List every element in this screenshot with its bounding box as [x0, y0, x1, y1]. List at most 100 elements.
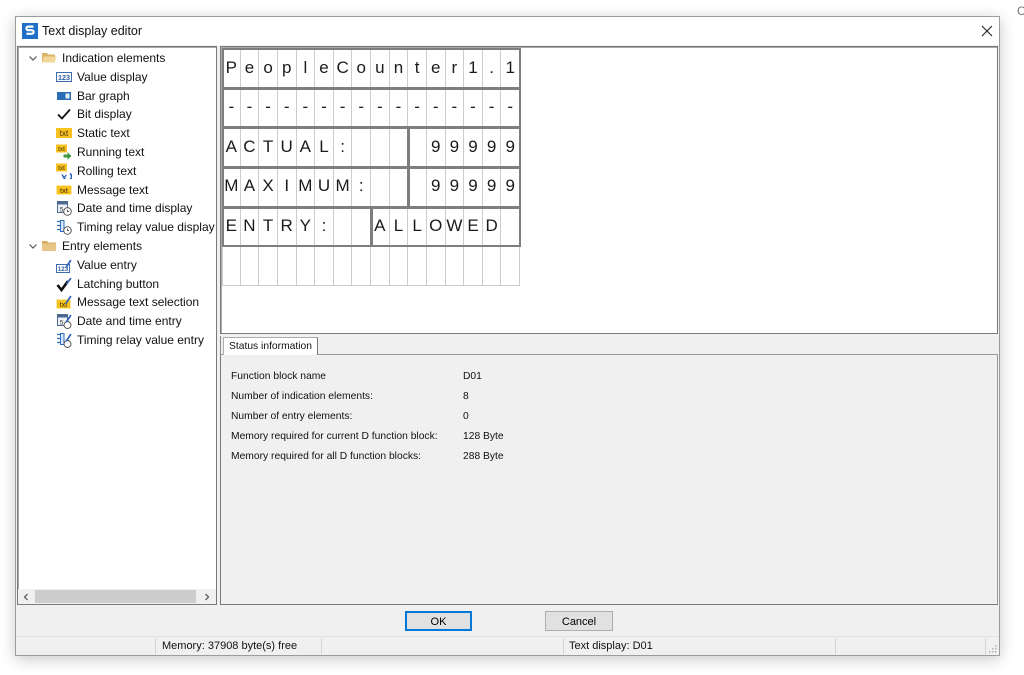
lcd-cell[interactable] [352, 246, 372, 287]
tree-item-date-time-entry[interactable]: 5 Date and time entry [18, 312, 216, 331]
tree-item-label: Value display [77, 69, 148, 84]
lcd-cell[interactable] [333, 246, 353, 287]
lcd-display-element[interactable] [222, 167, 410, 208]
close-button[interactable] [974, 19, 1000, 43]
element-tree-list: Indication elements 123 Value display Ba… [18, 49, 216, 589]
display-canvas[interactable]: PeopleCounter1.1----------------ACTUAL:9… [220, 46, 998, 334]
running-text-icon: txt [56, 144, 72, 160]
tree-item-static-text[interactable]: txt Static text [18, 124, 216, 143]
svg-text:txt: txt [60, 185, 69, 194]
scroll-right-icon[interactable] [199, 589, 215, 604]
tree-item-label: Date and time entry [77, 314, 182, 329]
lcd-display-element[interactable] [408, 127, 522, 169]
tree-item-label: Value entry [77, 257, 137, 272]
rolling-text-icon: txt [56, 163, 72, 179]
tree-item-message-text[interactable]: txt Message text [18, 181, 216, 200]
lcd-cell[interactable] [426, 246, 446, 287]
tree-item-label: Rolling text [77, 163, 137, 178]
info-value: 0 [463, 411, 469, 422]
lcd-cell[interactable] [445, 246, 465, 287]
tab-status-information[interactable]: Status information [223, 337, 318, 355]
tree-item-date-time-display[interactable]: 5 Date and time display [18, 199, 216, 218]
tree-item-latching-button[interactable]: Latching button [18, 275, 216, 294]
static-text-icon: txt [56, 125, 72, 141]
lcd-cell[interactable] [240, 246, 260, 287]
lcd-grid[interactable]: PeopleCounter1.1----------------ACTUAL:9… [222, 48, 522, 288]
chevron-down-icon[interactable] [28, 53, 38, 63]
info-value: 128 Byte [463, 431, 504, 442]
tree-item-timing-relay-entry[interactable]: Timing relay value entry [18, 331, 216, 350]
lcd-display-element[interactable] [222, 48, 522, 89]
lcd-cell[interactable] [259, 246, 278, 287]
size-grip-icon[interactable] [987, 643, 997, 653]
svg-text:txt: txt [58, 165, 65, 172]
scrollbar-thumb[interactable] [35, 590, 196, 603]
message-text-icon: txt [56, 182, 72, 198]
text-display-status: Text display: D01 [569, 640, 653, 652]
info-label: Function block name [231, 371, 327, 382]
element-tree[interactable]: Indication elements 123 Value display Ba… [17, 46, 217, 605]
tree-item-bar-graph[interactable]: Bar graph [18, 87, 216, 106]
tree-item-label: Running text [77, 144, 145, 159]
lcd-cell[interactable] [222, 246, 241, 287]
lcd-cell[interactable] [464, 246, 483, 287]
tree-item-label: Date and time display [77, 201, 193, 216]
svg-text:5: 5 [60, 320, 64, 327]
info-row-function-block-name: Function block name D01 [231, 367, 731, 387]
lcd-display-element[interactable] [222, 87, 522, 129]
info-label: Memory required for all D function block… [231, 451, 421, 462]
lcd-display-element[interactable] [408, 167, 522, 208]
lcd-cell[interactable] [371, 246, 390, 287]
tree-item-value-entry[interactable]: 123 Value entry [18, 256, 216, 275]
tree-item-message-text-selection[interactable]: txt Message text selection [18, 293, 216, 312]
value-display-icon: 123 [56, 69, 72, 85]
folder-open-icon [41, 50, 57, 66]
tree-item-label: Message text [77, 182, 149, 197]
tree-item-running-text[interactable]: txt Running text [18, 143, 216, 162]
svg-text:123: 123 [58, 73, 70, 82]
info-row-memory-current: Memory required for current D function b… [231, 427, 731, 447]
timing-relay-entry-icon [56, 332, 72, 348]
latching-button-icon [56, 276, 72, 292]
info-row-entry-elements: Number of entry elements: 0 [231, 407, 731, 427]
svg-text:txt: txt [60, 129, 69, 138]
lcd-display-element[interactable] [222, 206, 373, 248]
lcd-cell[interactable] [501, 246, 521, 287]
svg-text:txt: txt [58, 146, 65, 153]
bar-graph-icon [56, 88, 72, 104]
info-row-indication-elements: Number of indication elements: 8 [231, 387, 731, 407]
chevron-down-icon[interactable] [28, 241, 38, 251]
lcd-cell[interactable] [296, 246, 316, 287]
timing-relay-icon [56, 219, 72, 235]
info-row-memory-all: Memory required for all D function block… [231, 447, 731, 467]
date-time-entry-icon: 5 [56, 313, 72, 330]
window-title: Text display editor [42, 24, 143, 38]
cancel-button[interactable]: Cancel [545, 611, 613, 631]
tree-item-rolling-text[interactable]: txt Rolling text [18, 162, 216, 181]
tree-group-label: Entry elements [62, 238, 143, 253]
tree-horizontal-scrollbar[interactable] [18, 589, 216, 604]
lcd-cell[interactable] [408, 246, 427, 287]
tree-item-label: Bar graph [77, 88, 130, 103]
lcd-cell[interactable] [315, 246, 334, 287]
folder-icon [41, 238, 57, 254]
lcd-cell[interactable] [482, 246, 502, 287]
lcd-display-element[interactable] [222, 127, 410, 169]
tree-item-bit-display[interactable]: Bit display [18, 105, 216, 124]
status-bar: Memory: 37908 byte(s) free Text display:… [16, 636, 999, 655]
info-value: 288 Byte [463, 451, 504, 462]
memory-free-status: Memory: 37908 byte(s) free [162, 640, 298, 652]
tree-item-timing-relay-display[interactable]: Timing relay value display [18, 218, 216, 237]
tree-item-label: Static text [77, 126, 130, 141]
ok-button[interactable]: OK [405, 611, 472, 631]
tree-group-entry-elements[interactable]: Entry elements [18, 237, 216, 256]
app-logo-icon [22, 23, 38, 39]
tree-item-value-display[interactable]: 123 Value display [18, 68, 216, 87]
lcd-cell[interactable] [389, 246, 409, 287]
tree-group-indication-elements[interactable]: Indication elements [18, 49, 216, 68]
lcd-display-element[interactable] [371, 206, 522, 248]
panel-divider [220, 336, 221, 354]
scroll-left-icon[interactable] [18, 589, 34, 604]
lcd-cell[interactable] [277, 246, 297, 287]
info-value: D01 [463, 371, 482, 382]
